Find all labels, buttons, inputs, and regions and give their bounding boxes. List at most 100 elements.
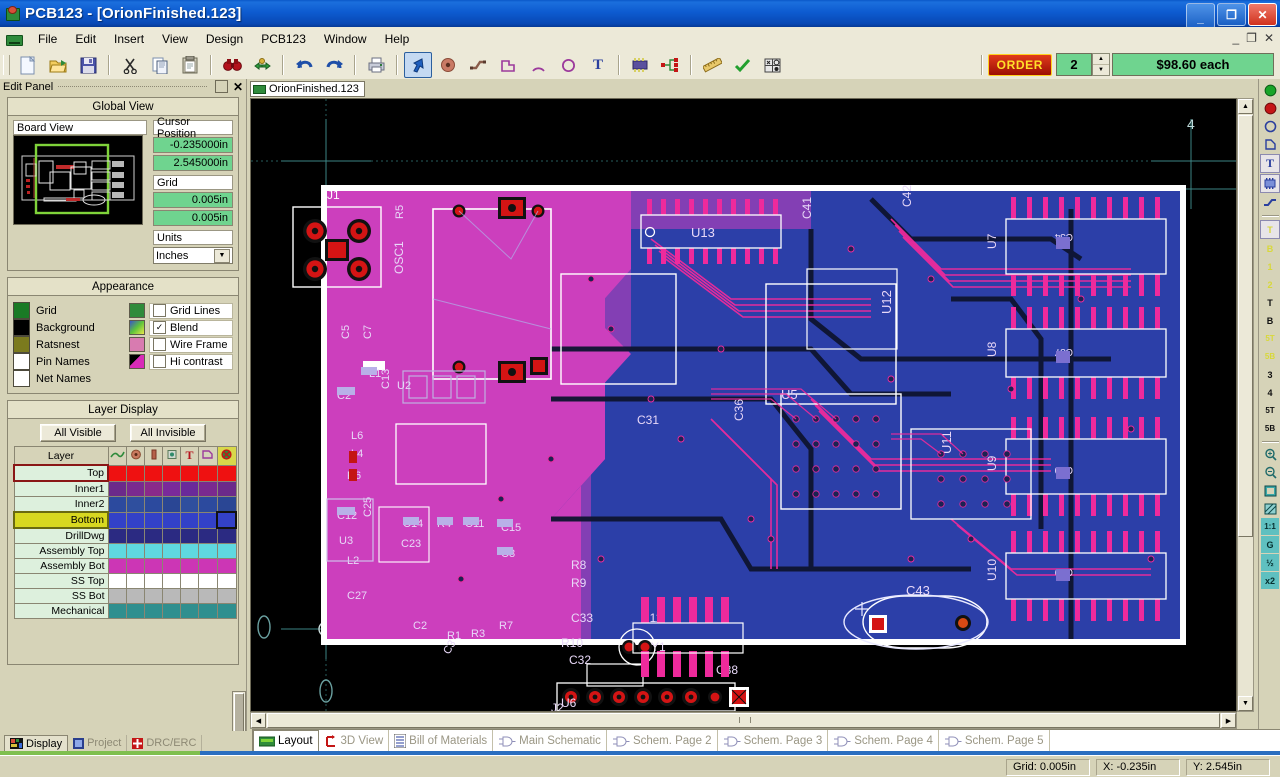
stepper-down[interactable]: ▼ <box>1093 65 1109 75</box>
layer-name[interactable]: Assembly Bot <box>13 558 109 574</box>
layer-row-assembly-bot[interactable]: Assembly Bot <box>13 558 237 574</box>
layer-name[interactable]: Bottom <box>13 511 109 529</box>
col-outline-icon[interactable] <box>198 446 218 466</box>
restore-button[interactable]: ❐ <box>1217 3 1246 26</box>
scissors-icon[interactable] <box>116 52 144 78</box>
new-file-button[interactable] <box>14 52 42 78</box>
appearance-background-row[interactable]: Background <box>13 319 121 336</box>
tab-schem-page-2[interactable]: Schem. Page 2 <box>607 730 718 752</box>
mdi-minimize-button[interactable]: _ <box>1232 31 1239 45</box>
layer-name[interactable]: Top <box>13 464 109 482</box>
gridlines-row[interactable]: Grid Lines <box>129 302 233 319</box>
tab-main-schematic[interactable]: Main Schematic <box>493 730 607 752</box>
zoom-out-icon[interactable] <box>1261 464 1279 481</box>
zoom-window-icon[interactable] <box>1261 482 1279 499</box>
layer-name[interactable]: SS Bot <box>13 588 109 604</box>
col-text-icon[interactable]: T <box>180 446 199 466</box>
layer-name[interactable]: SS Top <box>13 573 109 589</box>
col-pad-icon[interactable] <box>126 446 145 466</box>
text-T-icon[interactable]: T <box>584 52 612 78</box>
layer-row-inner1[interactable]: Inner1 <box>13 480 237 497</box>
all-visible-button[interactable]: All Visible <box>40 424 116 442</box>
document-tab[interactable]: OrionFinished.123 <box>250 81 365 97</box>
global-view-header[interactable]: Global View <box>7 97 239 116</box>
col-smd-icon[interactable] <box>144 446 163 466</box>
menu-item-insert[interactable]: Insert <box>105 29 153 49</box>
layer-row-bottom[interactable]: Bottom <box>13 511 237 529</box>
scroll-up-button[interactable]: ▲ <box>1238 99 1253 114</box>
zoom-in-icon[interactable] <box>1261 446 1279 463</box>
layer-inner1-button[interactable]: 1 <box>1261 258 1279 275</box>
vscroll-thumb[interactable] <box>1238 115 1253 537</box>
tab-3d-view[interactable]: 3D View <box>319 730 390 752</box>
layer-b-button[interactable]: B <box>1261 312 1279 329</box>
layer-name[interactable]: Inner1 <box>13 480 109 497</box>
zoom-global-button[interactable]: G <box>1261 536 1279 553</box>
blend-checkbox[interactable]: ✓ <box>153 321 166 334</box>
menu-item-design[interactable]: Design <box>197 29 252 49</box>
ic-chip-icon[interactable] <box>626 52 654 78</box>
appearance-ratsnest-row[interactable]: Ratsnest <box>13 336 121 353</box>
close-button[interactable]: ✕ <box>1248 3 1277 26</box>
tab-schem-page-5[interactable]: Schem. Page 5 <box>939 730 1050 752</box>
circle-icon[interactable] <box>554 52 582 78</box>
ratsnest-color-swatch[interactable] <box>13 336 30 353</box>
chip-icon[interactable] <box>1260 174 1280 193</box>
printer-icon[interactable] <box>362 52 390 78</box>
canvas-horizontal-scrollbar[interactable]: ◀ ▶ <box>250 712 1237 729</box>
menu-item-pcb123[interactable]: PCB123 <box>252 29 315 49</box>
col-alloff-icon[interactable] <box>216 446 237 466</box>
grid-color-swatch[interactable] <box>13 302 30 319</box>
hicontrast-checkbox[interactable] <box>153 355 166 368</box>
col-via-icon[interactable] <box>162 446 181 466</box>
green-arrows-icon[interactable] <box>248 52 276 78</box>
appearance-grid-row[interactable]: Grid <box>13 302 121 319</box>
pin-names-color-swatch[interactable] <box>13 353 30 370</box>
all-invisible-button[interactable]: All Invisible <box>130 424 206 442</box>
menu-item-help[interactable]: Help <box>376 29 419 49</box>
layer-5t-button[interactable]: 5T <box>1261 402 1279 419</box>
trace-icon[interactable] <box>1261 194 1279 211</box>
layer-name[interactable]: DrillDwg <box>13 527 109 544</box>
polygon-icon[interactable] <box>494 52 522 78</box>
clipboard-icon[interactable] <box>176 52 204 78</box>
layer-display-header[interactable]: Layer Display <box>7 400 239 419</box>
board-view-thumbnail[interactable] <box>13 135 143 225</box>
layer-row-assembly-top[interactable]: Assembly Top <box>13 543 237 559</box>
chevron-down-icon[interactable]: ▼ <box>214 248 230 263</box>
floppy-save-icon[interactable] <box>74 52 102 78</box>
copy-pages-icon[interactable] <box>146 52 174 78</box>
tab-schem-page-3[interactable]: Schem. Page 3 <box>718 730 829 752</box>
hatch-icon[interactable] <box>1261 500 1279 517</box>
layer-row-mechanical[interactable]: Mechanical <box>13 603 237 619</box>
appearance-header[interactable]: Appearance <box>7 277 239 296</box>
menu-item-edit[interactable]: Edit <box>66 29 105 49</box>
layer-row-inner2[interactable]: Inner2 <box>13 496 237 513</box>
background-color-swatch[interactable] <box>13 319 30 336</box>
layer-3-button[interactable]: 3 <box>1261 366 1279 383</box>
hscroll-thumb[interactable] <box>267 713 1220 728</box>
zoom-x2-button[interactable]: x2 <box>1261 572 1279 589</box>
order-button[interactable]: ORDER <box>987 53 1052 76</box>
tab-display[interactable]: Display <box>4 734 69 752</box>
mdi-restore-button[interactable]: ❐ <box>1246 31 1257 45</box>
layer-row-top[interactable]: Top <box>13 464 237 482</box>
layer-name[interactable]: Assembly Top <box>13 543 109 559</box>
minimize-button[interactable]: _ <box>1186 3 1215 29</box>
binoculars-icon[interactable] <box>218 52 246 78</box>
open-folder-icon[interactable] <box>44 52 72 78</box>
order-quantity-field[interactable]: 2 <box>1056 53 1092 76</box>
scroll-right-button[interactable]: ▶ <box>1221 713 1236 728</box>
layers-grid-icon[interactable] <box>758 52 786 78</box>
tab-drc-erc[interactable]: DRC/ERC <box>127 735 203 751</box>
zoom-half-button[interactable]: ½ <box>1261 554 1279 571</box>
wireframe-row[interactable]: Wire Frame <box>129 336 233 353</box>
layer-bottom-button[interactable]: B <box>1261 240 1279 257</box>
green-dot-icon[interactable] <box>1261 82 1279 99</box>
menu-item-window[interactable]: Window <box>315 29 376 49</box>
order-quantity-stepper[interactable]: ▲ ▼ <box>1092 53 1110 76</box>
col-trace-icon[interactable] <box>107 446 127 466</box>
layer-row-ss-bot[interactable]: SS Bot <box>13 588 237 604</box>
tab-schem-page-4[interactable]: Schem. Page 4 <box>828 730 939 752</box>
appearance-pinnames-row[interactable]: Pin Names <box>13 353 121 370</box>
